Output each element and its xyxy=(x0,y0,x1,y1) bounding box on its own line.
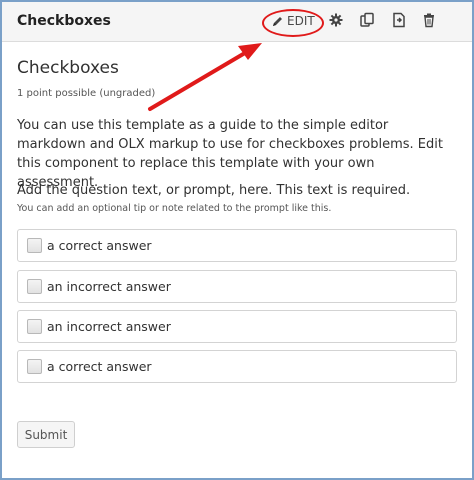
choice-option[interactable]: an incorrect answer xyxy=(17,310,457,343)
edit-highlight-annotation xyxy=(262,9,324,37)
choice-label: a correct answer xyxy=(47,238,152,253)
choice-label: a correct answer xyxy=(47,359,152,374)
submit-button[interactable]: Submit xyxy=(17,421,75,448)
choice-label: an incorrect answer xyxy=(47,319,171,334)
move-icon[interactable] xyxy=(391,12,407,28)
choice-option[interactable]: an incorrect answer xyxy=(17,270,457,303)
choice-option[interactable]: a correct answer xyxy=(17,350,457,383)
prompt-tip: You can add an optional tip or note rela… xyxy=(17,203,332,214)
choice-option[interactable]: a correct answer xyxy=(17,229,457,262)
component-title: Checkboxes xyxy=(17,13,111,29)
points-possible: 1 point possible (ungraded) xyxy=(17,88,156,99)
gear-icon[interactable] xyxy=(328,12,344,28)
duplicate-icon[interactable] xyxy=(359,12,375,28)
checkbox[interactable] xyxy=(27,238,42,253)
question-prompt: Add the question text, or prompt, here. … xyxy=(17,183,411,198)
checkbox[interactable] xyxy=(27,359,42,374)
checkbox[interactable] xyxy=(27,279,42,294)
checkbox[interactable] xyxy=(27,319,42,334)
problem-description: You can use this template as a guide to … xyxy=(17,118,443,190)
delete-icon[interactable] xyxy=(421,12,437,28)
problem-title: Checkboxes xyxy=(17,58,119,78)
choice-label: an incorrect answer xyxy=(47,279,171,294)
